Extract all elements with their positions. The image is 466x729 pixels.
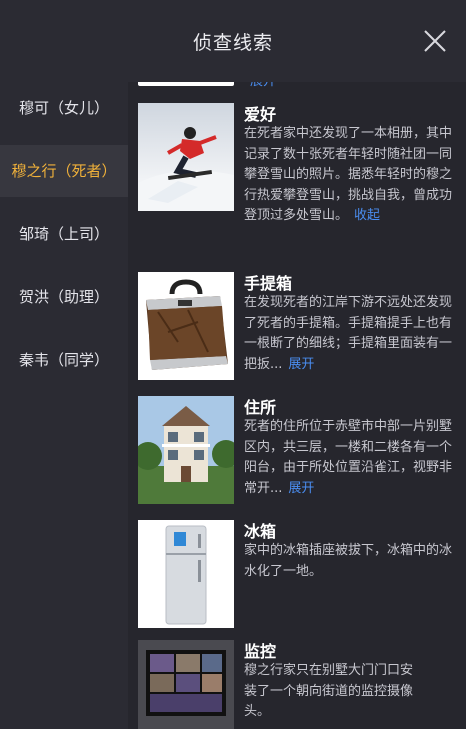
sidebar-item-classmate[interactable]: 秦韦（同学） [0,334,128,386]
clue-panel: 侦查线索 穆可（女儿） 穆之行（死者） 邹琦（上司） 贺洪（助理） 秦韦（同学）… [0,0,466,729]
suitcase-photo [138,272,234,380]
expand-link[interactable]: 展开 [288,357,314,372]
sidebar-item-superior[interactable]: 邹琦（上司） [0,208,128,260]
fridge-photo [138,520,234,628]
clue-title: 手提箱 [244,274,293,293]
sidebar-item-assistant[interactable]: 贺洪（助理） [0,271,128,323]
partial-thumbnail [138,82,234,86]
sidebar-item-deceased[interactable]: 穆之行（死者） [0,145,128,197]
clue-description: 穆之行家只在别墅大门门口安装了一个朝向街道的监控摄像头。 [244,663,414,719]
clue-title: 爱好 [244,105,277,124]
partial-expand-link[interactable]: 展开 [244,82,276,89]
clue-title: 监控 [244,642,277,661]
clue-item-hobby[interactable]: 爱好 在死者家中还发现了一本相册，其中记录了数十张死者年轻时随社团一同攀登雪山的… [138,103,464,223]
close-icon [424,30,446,52]
clue-item-suitcase[interactable]: 手提箱 在发现死者的江岸下游不远处还发现了死者的手提箱。手提箱提手上也有一根断了… [138,272,464,382]
panel-header: 侦查线索 [0,0,466,82]
villa-photo [138,396,234,504]
cctv-monitor-photo [138,640,234,729]
clue-title: 冰箱 [244,522,277,541]
clue-list[interactable]: 展开 [128,82,466,729]
clue-item-residence[interactable]: 住所 死者的住所位于赤壁市中部一片别墅区内，共三层，一楼和二楼各有一个阳台，由于… [138,396,464,506]
collapse-link[interactable]: 收起 [354,208,380,223]
page-title: 侦查线索 [192,32,273,54]
sidebar-item-daughter[interactable]: 穆可（女儿） [0,82,128,134]
close-button[interactable] [422,28,448,54]
snowboarder-photo [138,103,234,211]
clue-description: 死者的住所位于赤壁市中部一片别墅区内，共三层，一楼和二楼各有一个阳台，由于所处位… [244,419,453,496]
clue-title: 住所 [244,398,277,417]
clue-description: 在发现死者的江岸下游不远处还发现了死者的手提箱。手提箱提手上也有一根断了的细线；… [244,295,453,372]
clue-description: 在死者家中还发现了一本相册，其中记录了数十张死者年轻时随社团一同攀登雪山的照片。… [244,126,453,223]
expand-link[interactable]: 展开 [288,481,314,496]
suspect-sidebar: 穆可（女儿） 穆之行（死者） 邹琦（上司） 贺洪（助理） 秦韦（同学） [0,82,128,729]
clue-item-surveillance[interactable]: 监控 穆之行家只在别墅大门门口安装了一个朝向街道的监控摄像头。 [138,640,464,729]
clue-item-fridge[interactable]: 冰箱 家中的冰箱插座被拔下，冰箱中的冰水化了一地。 [138,520,464,630]
clue-description: 家中的冰箱插座被拔下，冰箱中的冰水化了一地。 [244,543,453,579]
